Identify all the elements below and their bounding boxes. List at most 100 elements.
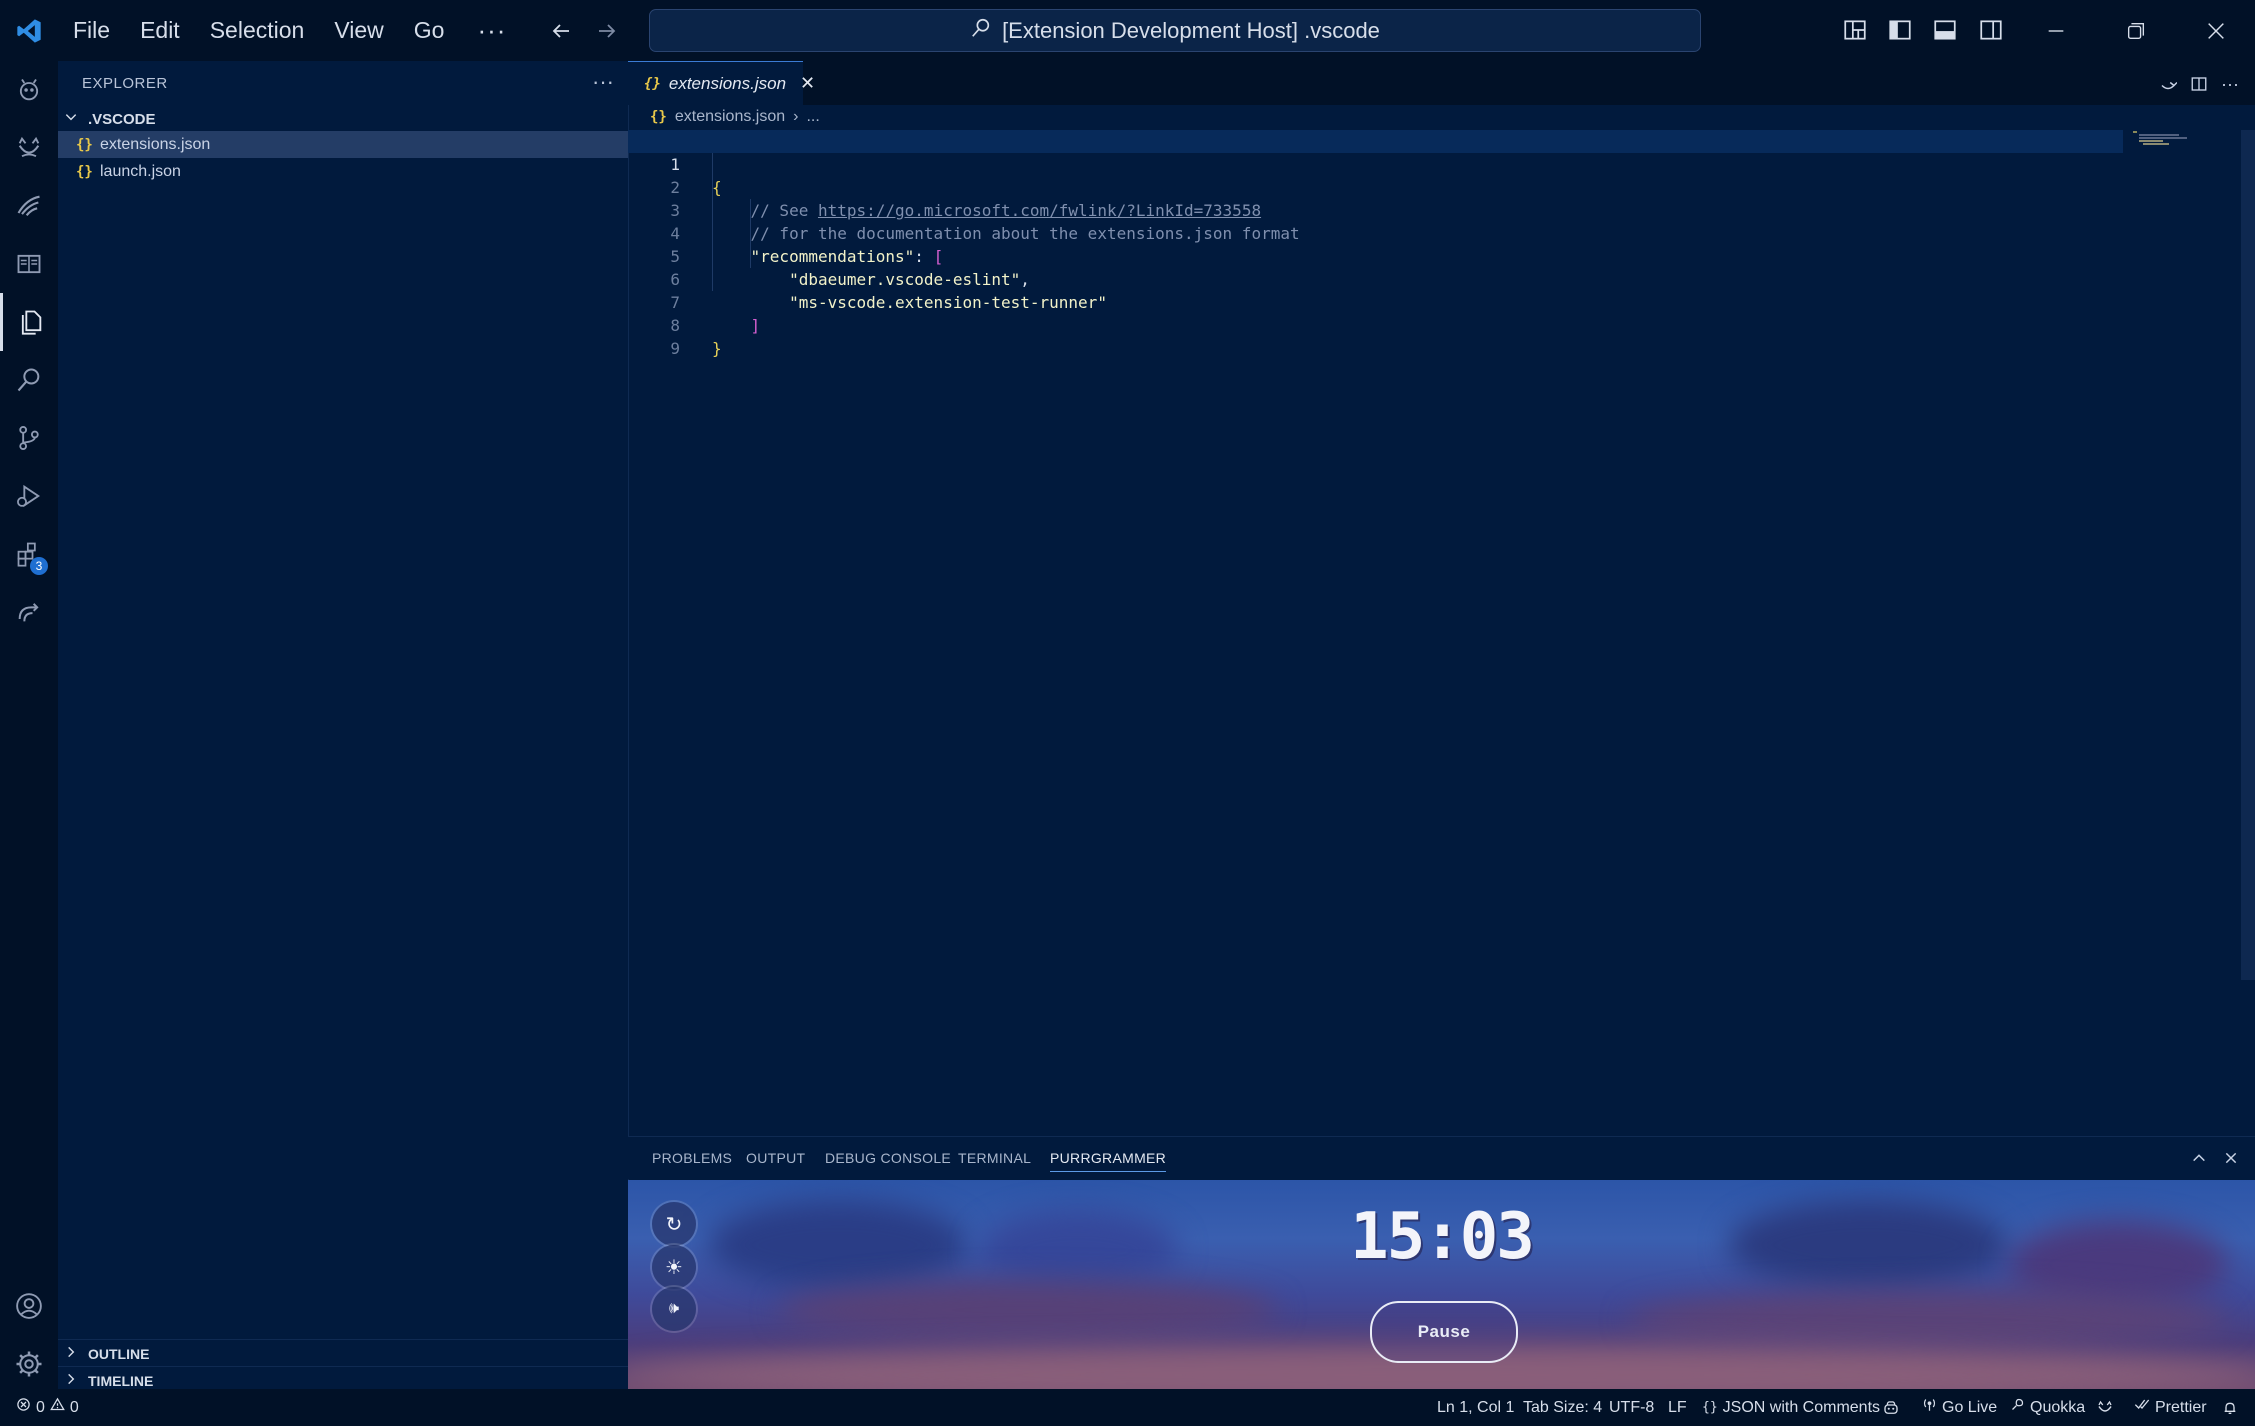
menu-selection[interactable]: Selection	[195, 0, 320, 61]
folder-label: .VSCODE	[88, 110, 156, 128]
language-mode[interactable]: {} JSON with Comments	[1702, 1389, 1880, 1426]
code-line: 7 ]	[628, 268, 2243, 335]
sidebar-more-icon[interactable]: ···	[592, 69, 614, 95]
command-center-search[interactable]: [Extension Development Host] .vscode	[649, 9, 1701, 52]
toggle-panel-icon[interactable]	[1930, 15, 1960, 45]
source-control-icon[interactable]	[0, 409, 58, 467]
menu-edit[interactable]: Edit	[125, 0, 195, 61]
language-label: JSON with Comments	[1722, 1399, 1881, 1416]
cat-purrgrammer-icon[interactable]	[0, 119, 58, 177]
chevron-right-icon	[58, 1345, 88, 1362]
error-count: 0	[36, 1399, 45, 1416]
title-bar: File Edit Selection View Go ··· [Extensi…	[0, 0, 2255, 61]
tab-output[interactable]: OUTPUT	[746, 1150, 805, 1166]
accounts-icon[interactable]	[0, 1277, 58, 1335]
go-live-button[interactable]: Go Live	[1922, 1389, 1997, 1426]
customize-layout-icon[interactable]	[1840, 15, 1870, 45]
breadcrumb-file[interactable]: extensions.json	[675, 108, 785, 126]
prettier-button[interactable]: Prettier	[2134, 1389, 2207, 1426]
toggle-secondary-sidebar-icon[interactable]	[1976, 15, 2006, 45]
close-window-icon[interactable]	[2176, 0, 2255, 61]
copilot-icon[interactable]	[1882, 1389, 1900, 1426]
go-live-label: Go Live	[1942, 1399, 1998, 1416]
code-line: 6 "ms-vscode.extension-test-runner"	[628, 245, 2243, 312]
explorer-files-icon[interactable]	[0, 293, 58, 351]
quokka-button[interactable]: Quokka	[2010, 1389, 2085, 1426]
code-line: 9	[628, 314, 2243, 358]
tab-extensions-json[interactable]: {} extensions.json ✕	[628, 61, 815, 105]
forward-arrow-icon[interactable]	[584, 0, 630, 61]
json-file-icon: {}	[650, 109, 667, 125]
editor-more-icon[interactable]: ···	[2219, 73, 2241, 95]
warning-count: 0	[69, 1399, 79, 1416]
notifications-bell-icon[interactable]	[2222, 1389, 2238, 1426]
tab-size[interactable]: Tab Size: 4	[1523, 1389, 1602, 1426]
breadcrumb-rest[interactable]: ...	[806, 108, 819, 126]
chevron-down-icon	[58, 110, 88, 128]
end-of-line[interactable]: LF	[1668, 1389, 1687, 1426]
menu-view[interactable]: View	[319, 0, 398, 61]
editor-tab-bar: {} extensions.json ✕ ···	[628, 61, 2255, 105]
toggle-primary-sidebar-icon[interactable]	[1885, 15, 1915, 45]
broadcast-icon	[1922, 1389, 1937, 1426]
extensions-icon[interactable]: 3	[0, 525, 58, 583]
line-number: 9	[670, 339, 680, 358]
remote-explorer-icon[interactable]	[0, 583, 58, 641]
purrgrammer-view: ↻ ☀ 🕪 15:03 Pause	[628, 1180, 2255, 1390]
outline-label: OUTLINE	[88, 1345, 150, 1362]
timer-display: 15:03	[1350, 1200, 1535, 1274]
tab-problems[interactable]: PROBLEMS	[652, 1150, 732, 1166]
cat-status-icon[interactable]	[2096, 1389, 2114, 1426]
maximize-panel-icon[interactable]	[2188, 1147, 2210, 1169]
problems-status[interactable]: 0 0	[16, 1389, 79, 1426]
braces-icon: {}	[1702, 1400, 1718, 1415]
wind-logo-icon[interactable]	[0, 177, 58, 235]
encoding[interactable]: UTF-8	[1609, 1389, 1654, 1426]
tab-terminal[interactable]: TERMINAL	[958, 1150, 1031, 1166]
minimize-icon[interactable]	[2016, 0, 2096, 61]
json-file-icon: {}	[644, 75, 661, 92]
tab-purrgrammer[interactable]: PURRGRAMMER	[1050, 1150, 1167, 1172]
tab-label: extensions.json	[668, 73, 787, 93]
folder-vscode[interactable]: .VSCODE	[58, 105, 628, 133]
cursor-position[interactable]: Ln 1, Col 1	[1437, 1389, 1514, 1426]
json-file-icon: {}	[76, 163, 93, 180]
explorer-sidebar: EXPLORER ··· .VSCODE {} extensions.json …	[58, 61, 629, 1389]
json-file-icon: {}	[76, 136, 93, 153]
prettier-label: Prettier	[2155, 1399, 2207, 1416]
panel-tab-bar: PROBLEMS OUTPUT DEBUG CONSOLE TERMINAL P…	[628, 1137, 2255, 1179]
code-editor[interactable]: 1 { 2 // See https://go.microsoft.com/fw…	[628, 130, 2243, 1130]
outline-section[interactable]: OUTLINE	[58, 1339, 628, 1367]
activity-bar: 3	[0, 61, 58, 1389]
back-arrow-icon[interactable]	[538, 0, 584, 61]
alien-extension-icon[interactable]	[0, 61, 58, 119]
tab-debug-console[interactable]: DEBUG CONSOLE	[825, 1150, 951, 1166]
menu-file[interactable]: File	[58, 0, 125, 61]
tab-close-icon[interactable]: ✕	[800, 73, 815, 94]
book-icon[interactable]	[0, 235, 58, 293]
close-panel-icon[interactable]	[2220, 1147, 2242, 1169]
code-line: 1 {	[628, 130, 2123, 197]
extensions-badge: 3	[30, 557, 48, 575]
settings-gear-icon[interactable]	[0, 1335, 58, 1393]
menu-more-icon[interactable]: ···	[459, 15, 524, 46]
editor-scrollbar[interactable]	[2241, 130, 2255, 980]
vscode-logo-icon	[0, 0, 58, 61]
quokka-icon	[2010, 1389, 2025, 1426]
search-icon[interactable]	[0, 351, 58, 409]
pause-button[interactable]: Pause	[1370, 1301, 1518, 1363]
file-launch-json[interactable]: {} launch.json	[58, 158, 628, 185]
file-extensions-json[interactable]: {} extensions.json	[58, 131, 628, 158]
restore-icon[interactable]	[2096, 0, 2176, 61]
sound-toggle-button[interactable]: 🕪	[652, 1287, 696, 1331]
file-label: extensions.json	[100, 135, 211, 153]
run-debug-icon[interactable]	[0, 467, 58, 525]
warning-icon	[50, 1389, 65, 1426]
bottom-panel: PROBLEMS OUTPUT DEBUG CONSOLE TERMINAL P…	[628, 1136, 2255, 1390]
split-editor-icon[interactable]	[2188, 73, 2210, 95]
breadcrumb: {} extensions.json › ...	[650, 106, 820, 128]
open-changes-icon[interactable]	[2157, 73, 2179, 95]
timeline-label: TIMELINE	[88, 1372, 154, 1389]
minimap[interactable]	[2133, 130, 2193, 148]
menu-go[interactable]: Go	[399, 0, 460, 61]
